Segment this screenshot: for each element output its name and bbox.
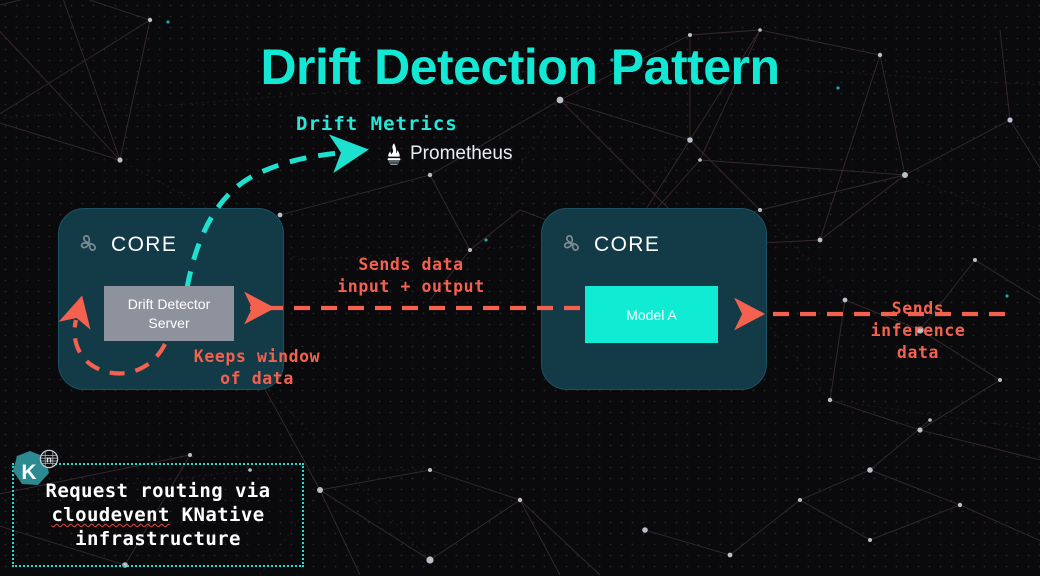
knative-logo-letter: K (21, 461, 36, 484)
page-title: Drift Detection Pattern (260, 39, 780, 95)
label-sends-inference: Sends inference data (870, 299, 966, 362)
model-a-box[interactable]: Model A (585, 286, 718, 343)
knative-logo: K n (13, 449, 59, 485)
core-left-label: CORE (111, 233, 178, 256)
seldon-core-icon (80, 235, 96, 251)
knative-line-3: infrastructure (75, 528, 241, 550)
prometheus-label: Prometheus (410, 143, 513, 164)
drift-detector-server-box[interactable]: Drift Detector Server (104, 286, 234, 341)
label-sends-data: Sends data input + output (337, 255, 485, 296)
drift-metrics-label: Drift Metrics (296, 113, 458, 135)
core-right-header: CORE (559, 232, 660, 258)
knative-callout-text: Request routing via cloudevent KNative i… (40, 479, 277, 551)
knative-badge-letter: n (46, 455, 52, 465)
prometheus-target: Prometheus (381, 141, 512, 167)
seldon-core-icon (563, 235, 579, 251)
core-left-header: CORE (76, 232, 177, 258)
prometheus-torch-icon (387, 143, 401, 165)
knative-line-2-rest: KNative (169, 504, 265, 526)
knative-misspelled-word: cloudevent (51, 504, 170, 526)
knative-line-1: Request routing via (45, 480, 271, 502)
label-keeps-window: Keeps window of data (193, 347, 321, 388)
slide-canvas: Drift Detection Pattern Drift Metrics Pr… (0, 0, 1040, 576)
core-right-label: CORE (594, 233, 661, 256)
